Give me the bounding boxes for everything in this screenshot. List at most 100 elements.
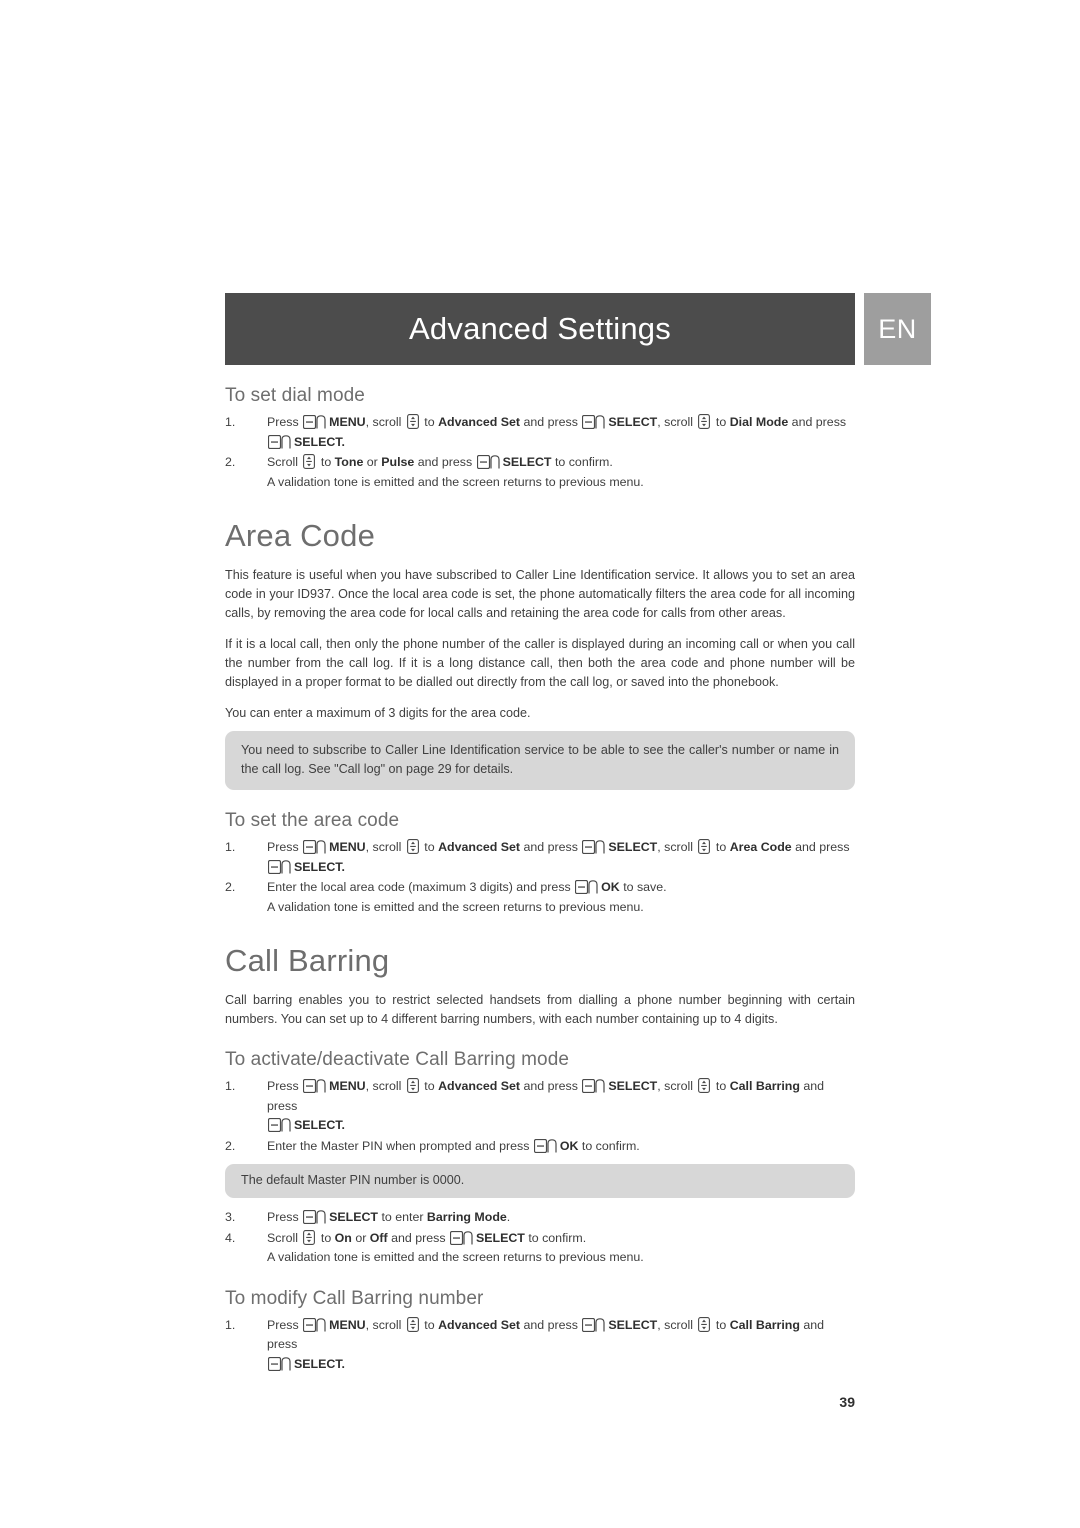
select-key-label: SELECT	[608, 1317, 658, 1332]
softkey-icon	[533, 1138, 558, 1153]
steps-modify-call-barring-number: 1. Press MENU, scroll to Advanced Set an…	[225, 1316, 855, 1375]
list-item: 2. Enter the local area code (maximum 3 …	[225, 878, 855, 917]
list-item: 4. Scroll to On or Off and press SELECT …	[225, 1229, 855, 1268]
menu-key-label: MENU	[329, 1317, 366, 1332]
step-number: 1.	[225, 1317, 236, 1332]
advanced-set-label: Advanced Set	[438, 840, 521, 854]
steps-activate-deactivate-call-barring: 1. Press MENU, scroll to Advanced Set an…	[225, 1077, 855, 1156]
step-line: A validation tone is emitted and the scr…	[267, 899, 644, 914]
subheading-to-set-the-area-code: To set the area code	[225, 810, 400, 831]
step-line: SELECT.	[267, 433, 855, 453]
select-key-label: SELECT	[329, 1210, 379, 1224]
softkey-icon	[582, 415, 606, 429]
softkey-icon	[268, 1118, 292, 1132]
paragraph-area-code-2: If it is a local call, then only the pho…	[225, 637, 855, 689]
step-number: 1.	[225, 415, 236, 429]
navkey-icon	[303, 454, 316, 469]
step-number: 3.	[225, 1210, 236, 1224]
step-number: 2.	[225, 1138, 236, 1153]
step-line: Enter the Master PIN when prompted and p…	[267, 1138, 640, 1153]
step-line: Press MENU, scroll to Advanced Set and p…	[267, 839, 850, 854]
navkey-icon	[698, 839, 711, 854]
softkey-icon	[303, 1079, 327, 1093]
ok-key-label: OK	[601, 880, 620, 894]
subheading-activate-deactivate-call-barring: To activate/deactivate Call Barring mode	[225, 1049, 570, 1070]
select-key-label: SELECT	[502, 455, 552, 469]
softkey-icon	[268, 1356, 292, 1371]
pulse-option-label: Pulse	[381, 455, 415, 469]
navkey-icon	[698, 1078, 711, 1093]
select-key-label: SELECT.	[294, 859, 345, 874]
paragraph-area-code-1: This feature is useful when you have sub…	[225, 568, 855, 620]
ok-key-label: OK	[559, 1138, 579, 1153]
list-item: 3. Press SELECT to enter Barring Mode.	[225, 1208, 855, 1228]
off-option-label: Off	[369, 1230, 388, 1245]
step-line: SELECT.	[267, 858, 855, 878]
heading-area-code: Area Code	[225, 518, 376, 553]
menu-key-label: MENU	[329, 1079, 366, 1093]
step-line: Press MENU, scroll to Advanced Set and p…	[267, 1316, 825, 1351]
step-line: Scroll to On or Off and press SELECT to …	[267, 1229, 587, 1245]
step-line: Enter the local area code (maximum 3 dig…	[267, 880, 667, 894]
paragraph-area-code-3: You can enter a maximum of 3 digits for …	[225, 706, 531, 720]
subheading-to-set-dial-mode: To set dial mode	[225, 385, 365, 406]
note-box-master-pin: The default Master PIN number is 0000.	[225, 1164, 855, 1198]
steps-to-set-the-area-code: 1. Press MENU, scroll to Advanced Set an…	[225, 838, 855, 917]
navkey-icon	[406, 1316, 419, 1332]
page-content: Advanced Settings EN To set dial mode 1.…	[225, 293, 931, 1410]
navkey-icon	[406, 839, 419, 854]
softkey-icon	[303, 840, 327, 854]
step-line: Press MENU, scroll to Advanced Set and p…	[267, 1078, 825, 1113]
page-number: 39	[839, 1394, 855, 1410]
barring-mode-label: Barring Mode	[426, 1210, 507, 1224]
softkey-icon	[268, 434, 292, 449]
select-key-label: SELECT.	[294, 434, 345, 449]
step-number: 1.	[225, 1079, 236, 1093]
steps-to-set-dial-mode: 1. Press MENU, scroll to Advanced Set an…	[225, 413, 855, 492]
dial-mode-label: Dial Mode	[729, 415, 789, 429]
navkey-icon	[406, 1078, 419, 1093]
document-page: Advanced Settings EN To set dial mode 1.…	[0, 0, 1080, 1528]
step-line: Scroll to Tone or Pulse and press SELECT…	[267, 454, 613, 469]
list-item: 1. Press MENU, scroll to Advanced Set an…	[225, 1316, 855, 1375]
step-line: SELECT.	[267, 1355, 855, 1375]
list-item: 1. Press MENU, scroll to Advanced Set an…	[225, 1077, 855, 1136]
select-key-label: SELECT	[608, 840, 658, 854]
list-item: 1. Press MENU, scroll to Advanced Set an…	[225, 838, 855, 877]
call-barring-label: Call Barring	[729, 1317, 800, 1332]
select-key-label: SELECT.	[294, 1118, 345, 1132]
language-badge-label: EN	[878, 313, 917, 344]
navkey-icon	[303, 1229, 316, 1245]
step-number: 2.	[225, 455, 236, 469]
menu-key-label: MENU	[329, 415, 366, 429]
softkey-icon	[582, 1079, 606, 1093]
step-line: Press MENU, scroll to Advanced Set and p…	[267, 414, 847, 429]
tone-option-label: Tone	[334, 455, 364, 469]
softkey-icon	[303, 1210, 327, 1224]
list-item: 1. Press MENU, scroll to Advanced Set an…	[225, 413, 855, 452]
chapter-title: Advanced Settings	[409, 311, 671, 346]
area-code-label: Area Code	[729, 840, 792, 854]
subheading-modify-call-barring-number: To modify Call Barring number	[225, 1287, 484, 1309]
note-text: The default Master PIN number is 0000.	[241, 1173, 465, 1187]
select-key-label: SELECT	[608, 415, 658, 429]
on-option-label: On	[334, 1230, 352, 1245]
call-barring-label: Call Barring	[729, 1079, 800, 1093]
note-box-area-code: You need to subscribe to Caller Line Ide…	[225, 731, 855, 790]
navkey-icon	[406, 414, 419, 429]
navkey-icon	[698, 1316, 711, 1332]
softkey-icon	[575, 880, 599, 894]
advanced-set-label: Advanced Set	[438, 1079, 521, 1093]
softkey-icon	[303, 1317, 327, 1332]
softkey-icon	[582, 1317, 606, 1332]
navkey-icon	[698, 414, 711, 429]
step-number: 2.	[225, 880, 236, 894]
step-line: A validation tone is emitted and the scr…	[267, 474, 644, 489]
paragraph-call-barring-1: Call barring enables you to restrict sel…	[225, 993, 855, 1026]
step-number: 1.	[225, 840, 236, 854]
select-key-label: SELECT.	[294, 1356, 345, 1371]
softkey-icon	[582, 840, 606, 854]
step-line: SELECT.	[267, 1116, 855, 1136]
softkey-icon	[476, 455, 501, 469]
note-text: You need to subscribe to Caller Line Ide…	[241, 743, 839, 776]
